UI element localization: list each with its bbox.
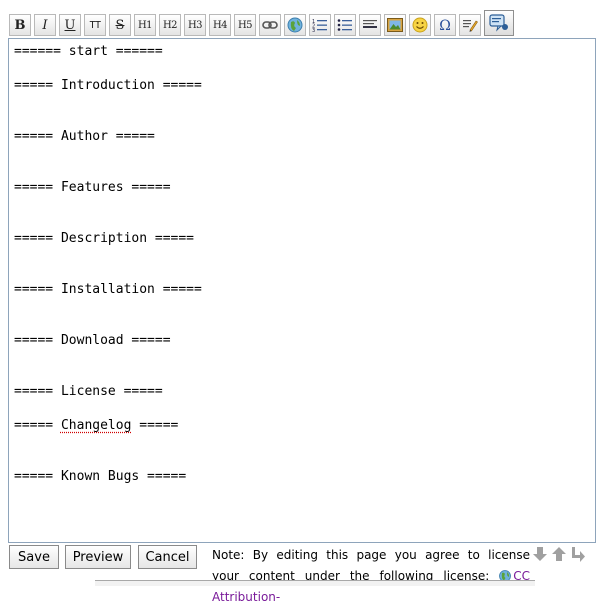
heading2-button[interactable]: H2 bbox=[159, 14, 181, 36]
editor-line bbox=[14, 264, 202, 281]
arrow-down-icon bbox=[532, 546, 548, 562]
smiley-button[interactable] bbox=[409, 14, 431, 36]
unordered-list-icon bbox=[337, 18, 353, 32]
ordered-list-button[interactable]: 1 2 3 bbox=[309, 14, 331, 36]
editor-line bbox=[14, 60, 202, 77]
editor-line: ===== Download ===== bbox=[14, 332, 202, 349]
save-button[interactable]: Save bbox=[9, 545, 59, 569]
heading5-icon: H5 bbox=[238, 20, 252, 31]
heading3-button[interactable]: H3 bbox=[184, 14, 206, 36]
monospace-button[interactable]: TT bbox=[84, 14, 106, 36]
license-note-text: Note: By editing this page you agree to … bbox=[212, 548, 530, 583]
editor-line bbox=[14, 111, 202, 128]
signature-button[interactable] bbox=[459, 14, 481, 36]
wrap-arrow-icon bbox=[570, 546, 586, 562]
editor-line: ===== Description ===== bbox=[14, 230, 202, 247]
special-chars-icon: Ω bbox=[437, 17, 453, 33]
heading1-button[interactable]: H1 bbox=[134, 14, 156, 36]
bold-button[interactable]: B bbox=[9, 14, 31, 36]
image-button[interactable] bbox=[384, 14, 406, 36]
editor-line: ===== Installation ===== bbox=[14, 281, 202, 298]
strikethrough-icon: S bbox=[116, 18, 125, 33]
heading3-icon: H3 bbox=[188, 20, 202, 31]
image-icon bbox=[387, 18, 403, 32]
underline-icon: U bbox=[65, 18, 76, 33]
ordered-list-icon: 1 2 3 bbox=[312, 18, 328, 32]
editor-line bbox=[14, 162, 202, 179]
editor-line bbox=[14, 94, 202, 111]
editor-line bbox=[14, 349, 202, 366]
editor-line: ===== Known Bugs ===== bbox=[14, 468, 202, 485]
horizontal-rule-icon bbox=[362, 19, 378, 31]
monospace-icon: TT bbox=[89, 20, 100, 31]
editor-content[interactable]: ====== start ====== ===== Introduction ==… bbox=[14, 43, 202, 485]
heading4-button[interactable]: H4 bbox=[209, 14, 231, 36]
editor-line bbox=[14, 298, 202, 315]
italic-icon: I bbox=[42, 18, 47, 33]
preview-button[interactable]: Preview bbox=[65, 545, 131, 569]
editor-line bbox=[14, 434, 202, 451]
editor-line: ===== Features ===== bbox=[14, 179, 202, 196]
insert-snippet-button[interactable] bbox=[484, 10, 514, 36]
heading1-icon: H1 bbox=[138, 20, 152, 31]
editor-line: ===== Introduction ===== bbox=[14, 77, 202, 94]
editor-line bbox=[14, 213, 202, 230]
editor-line: ====== start ====== bbox=[14, 43, 202, 60]
editor-line bbox=[14, 315, 202, 332]
shrink-editor-button[interactable] bbox=[531, 546, 549, 562]
svg-text:Ω: Ω bbox=[439, 18, 451, 33]
external-link-button[interactable] bbox=[284, 14, 306, 36]
bottom-scroll-strip bbox=[95, 580, 535, 586]
horizontal-rule-button[interactable] bbox=[359, 14, 381, 36]
link-button[interactable] bbox=[259, 14, 281, 36]
editor-line bbox=[14, 247, 202, 264]
editor-line: ===== License ===== bbox=[14, 383, 202, 400]
cancel-button[interactable]: Cancel bbox=[138, 545, 197, 569]
editor-line bbox=[14, 400, 202, 417]
link-icon bbox=[262, 20, 278, 30]
svg-text:3: 3 bbox=[312, 28, 315, 32]
misspelled-word: Changelog bbox=[61, 418, 131, 433]
bold-icon: B bbox=[15, 18, 26, 33]
editor-line bbox=[14, 196, 202, 213]
wiki-text-editor[interactable]: ====== start ====== ===== Introduction ==… bbox=[8, 38, 596, 543]
insert-snippet-icon bbox=[489, 14, 509, 32]
italic-button[interactable]: I bbox=[34, 14, 56, 36]
license-note: Note: By editing this page you agree to … bbox=[212, 545, 530, 608]
arrow-up-icon bbox=[551, 546, 567, 562]
signature-icon bbox=[462, 17, 478, 33]
enlarge-editor-button[interactable] bbox=[550, 546, 568, 562]
unordered-list-button[interactable] bbox=[334, 14, 356, 36]
editor-line bbox=[14, 145, 202, 162]
external-link-icon bbox=[287, 17, 303, 33]
editor-line-text: ===== bbox=[14, 418, 61, 433]
smiley-icon bbox=[412, 17, 428, 33]
editor-line bbox=[14, 366, 202, 383]
editor-line: ===== Changelog ===== bbox=[14, 417, 202, 434]
special-chars-button[interactable]: Ω bbox=[434, 14, 456, 36]
editor-line: ===== Author ===== bbox=[14, 128, 202, 145]
editor-line bbox=[14, 451, 202, 468]
strikethrough-button[interactable]: S bbox=[109, 14, 131, 36]
heading4-icon: H4 bbox=[213, 20, 227, 31]
underline-button[interactable]: U bbox=[59, 14, 81, 36]
editor-line-text: ===== bbox=[131, 418, 178, 433]
wrap-toggle-button[interactable] bbox=[569, 546, 587, 562]
heading5-button[interactable]: H5 bbox=[234, 14, 256, 36]
heading2-icon: H2 bbox=[163, 20, 177, 31]
